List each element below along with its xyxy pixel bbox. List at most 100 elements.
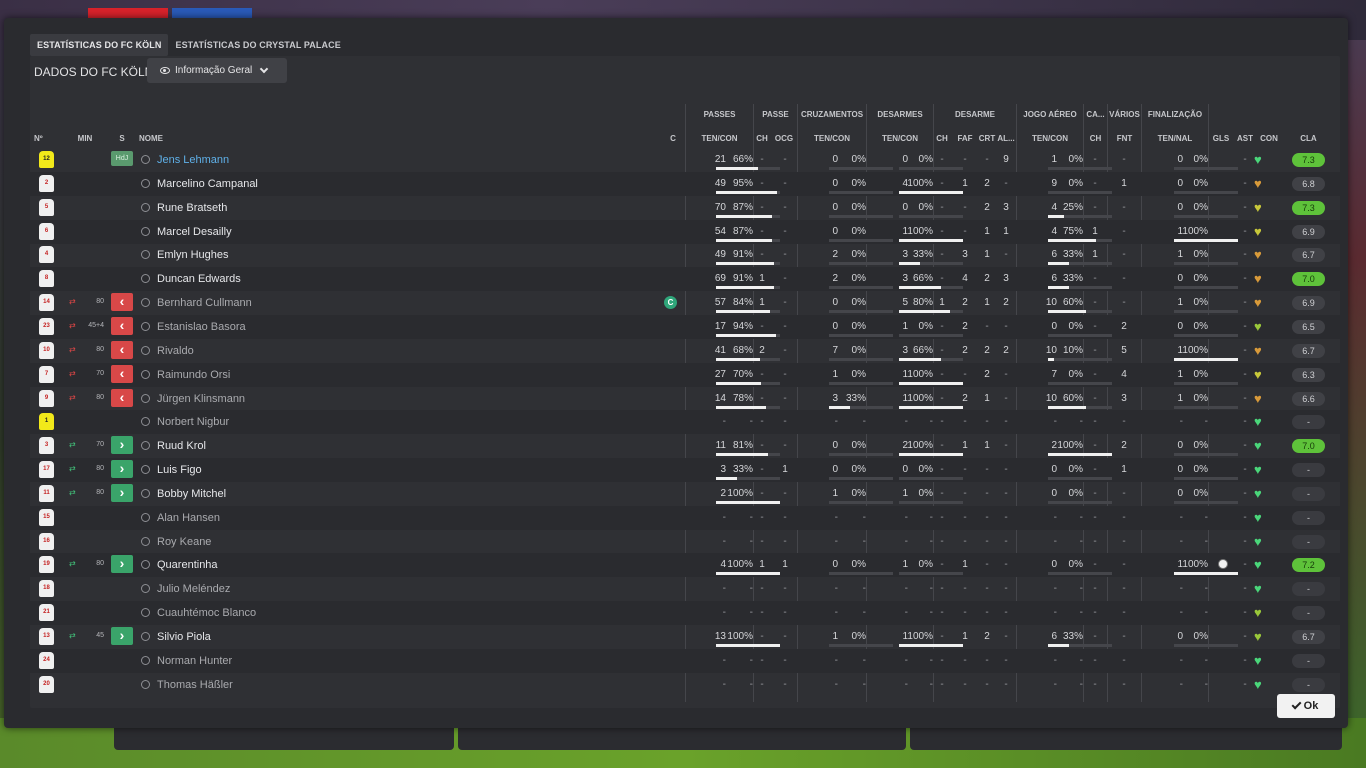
column-header-gls[interactable]: GLS xyxy=(1210,134,1232,143)
player-name[interactable]: Marcelino Campanal xyxy=(157,178,258,190)
player-row[interactable]: 11 ⇄ 80 › Bobby Mitchel 2 100% 1 0% 1 0% 0 0% 0 0% - - - -… xyxy=(30,482,1340,506)
player-profile-icon[interactable] xyxy=(141,655,150,665)
player-name[interactable]: Thomas Häßler xyxy=(157,679,233,691)
player-profile-icon[interactable] xyxy=(141,274,150,284)
column-header-s[interactable]: S xyxy=(116,134,128,143)
column-header-des[interactable]: TEN/CON xyxy=(867,134,933,143)
column-header-d-ch[interactable]: CH xyxy=(935,134,949,143)
player-row[interactable]: 4 Emlyn Hughes 49 91% 2 0% 3 33% 6 33% 1 0% - - - 3 1 - 1 -… xyxy=(30,243,1340,267)
player-name[interactable]: Estanislao Basora xyxy=(157,321,246,333)
tab-crystal-palace[interactable]: ESTATÍSTICAS DO CRYSTAL PALACE xyxy=(168,34,347,56)
player-profile-icon[interactable] xyxy=(141,321,150,331)
player-row[interactable]: 2 Marcelino Campanal 49 95% 0 0% 4 100% 9 0% 0 0% - -… xyxy=(30,171,1340,196)
player-profile-icon[interactable] xyxy=(141,155,150,164)
player-row[interactable]: 6 Marcel Desailly 54 87% 0 0% 1 100% 4 75% 1 100% - -… xyxy=(30,219,1340,244)
player-name[interactable]: Roy Keane xyxy=(157,536,211,548)
player-name[interactable]: Raimundo Orsi xyxy=(157,369,230,381)
player-profile-icon[interactable] xyxy=(141,488,150,498)
player-name[interactable]: Norman Hunter xyxy=(157,655,232,667)
player-row[interactable]: 7 ⇄ 70 ‹ Raimundo Orsi 27 70% 1 0% 1 100% 7 0% 1 0% - - -… xyxy=(30,362,1340,387)
player-row[interactable]: 5 Rune Bratseth 70 87% 0 0% 0 0% 4 25% 0 0% - - - -2 3- -… xyxy=(30,196,1340,220)
column-header-passe-ch[interactable]: CH xyxy=(754,134,770,143)
player-profile-icon[interactable] xyxy=(141,393,150,403)
column-header-ast[interactable]: AST xyxy=(1234,134,1256,143)
player-name[interactable]: Ruud Krol xyxy=(157,440,206,452)
player-row[interactable]: 12 HdJ Jens Lehmann 21 66% 0 0% 0 0% 1 0% 0 0% - - - - -9… xyxy=(30,148,1340,172)
player-name[interactable]: Emlyn Hughes xyxy=(157,249,229,261)
player-profile-icon[interactable] xyxy=(141,202,150,212)
player-row[interactable]: 23 ⇄ 45+4 ‹ Estanislao Basora 17 94% 0 0% 1 0% 0 0% 0… xyxy=(30,314,1340,339)
player-profile-icon[interactable] xyxy=(141,584,150,594)
stats-dialog: ESTATÍSTICAS DO FC KÖLN ESTATÍSTICAS DO … xyxy=(4,18,1348,728)
stat-value: - xyxy=(1122,201,1126,213)
player-row[interactable]: 17 ⇄ 80 › Luis Figo 3 33% 0 0% 0 0% 0 0% 0 0% -1- - - - -1-… xyxy=(30,458,1340,483)
column-header-fnt[interactable]: FNT xyxy=(1108,134,1141,143)
player-profile-icon[interactable] xyxy=(141,178,150,188)
column-header-num[interactable]: Nº xyxy=(34,134,48,143)
player-name[interactable]: Luis Figo xyxy=(157,464,202,476)
player-profile-icon[interactable] xyxy=(141,632,150,641)
player-profile-icon[interactable] xyxy=(141,226,150,236)
player-name[interactable]: Rune Bratseth xyxy=(157,202,227,214)
player-row[interactable]: 20 Thomas Häßler - - - - - - - - - - - - - - - - - - - ♥ - xyxy=(30,673,1340,697)
stat-value: 1 xyxy=(759,559,765,571)
player-profile-icon[interactable] xyxy=(141,512,150,522)
column-header-cla[interactable]: CLA xyxy=(1292,134,1325,143)
stat-value: - xyxy=(760,535,764,547)
player-profile-icon[interactable] xyxy=(141,250,150,260)
player-name[interactable]: Silvio Piola xyxy=(157,631,211,643)
player-profile-icon[interactable] xyxy=(141,608,150,618)
ok-button[interactable]: Ok xyxy=(1277,694,1335,718)
column-header-min[interactable]: MIN xyxy=(73,134,97,143)
player-name[interactable]: Quarentinha xyxy=(157,559,218,571)
column-header-ca-ch[interactable]: CH xyxy=(1084,134,1107,143)
column-header-con[interactable]: CON xyxy=(1258,134,1280,143)
column-header-d-al[interactable]: AL... xyxy=(997,134,1015,143)
column-header-passes[interactable]: TEN/CON xyxy=(686,134,753,143)
stat-value: - xyxy=(1243,225,1247,237)
player-profile-icon[interactable] xyxy=(141,441,150,451)
column-header-cruz[interactable]: TEN/CON xyxy=(798,134,866,143)
column-header-d-faf[interactable]: FAF xyxy=(956,134,974,143)
column-header-passe-ocg[interactable]: OCG xyxy=(773,134,795,143)
player-row[interactable]: 21 Cuauhtémoc Blanco - - - - - - - - - - - - - - - - - - - ♥ - xyxy=(30,601,1340,626)
player-name[interactable]: Julio Meléndez xyxy=(157,583,230,595)
column-header-d-crt[interactable]: CRT xyxy=(978,134,996,143)
player-profile-icon[interactable] xyxy=(141,560,150,570)
player-name[interactable]: Jens Lehmann xyxy=(157,154,229,166)
player-name[interactable]: Alan Hansen xyxy=(157,512,220,524)
player-name[interactable]: Duncan Edwards xyxy=(157,273,241,285)
player-profile-icon[interactable] xyxy=(141,369,150,379)
player-name[interactable]: Cuauhtémoc Blanco xyxy=(157,607,256,619)
player-row[interactable]: 16 Roy Keane - - - - - - - - - - - - - - - - - - - ♥ - xyxy=(30,530,1340,554)
player-row[interactable]: 8 Duncan Edwards 69 91% 2 0% 3 66% 6 33% 0 0% 1 - - 4 2 3… xyxy=(30,267,1340,292)
column-header-c[interactable]: C xyxy=(668,134,678,143)
player-row[interactable]: 19 ⇄ 80 › Quarentinha 4 100% 0 0% 1 0% 0 0% 1 100% 1 1-1… xyxy=(30,553,1340,578)
column-header-nome[interactable]: NOME xyxy=(139,134,179,143)
player-name[interactable]: Bobby Mitchel xyxy=(157,488,226,500)
tab-fc-koln[interactable]: ESTATÍSTICAS DO FC KÖLN xyxy=(30,34,169,56)
column-header-fin[interactable]: TEN/NAL xyxy=(1142,134,1208,143)
player-row[interactable]: 24 Norman Hunter - - - - - - - - - - - - - - - - - - - ♥ - xyxy=(30,648,1340,673)
player-row[interactable]: 1 Norbert Nigbur - - - - - - - - - - - - - - - - - - - ♥ - xyxy=(30,410,1340,435)
player-row[interactable]: 15 Alan Hansen - - - - - - - - - - - - - - - - - - - ♥ - xyxy=(30,505,1340,530)
player-profile-icon[interactable] xyxy=(141,465,150,475)
player-row[interactable]: 3 ⇄ 70 › Ruud Krol 11 81% 0 0% 2 100% 2 100% 0 0% - - -1 1… xyxy=(30,434,1340,458)
player-row[interactable]: 13 ⇄ 45 › Silvio Piola 13 100% 1 0% 1 100% 6 33% 0 0% -… xyxy=(30,625,1340,649)
player-name[interactable]: Rivaldo xyxy=(157,345,194,357)
player-row[interactable]: 18 Julio Meléndez - - - - - - - - - - - - - - - - - - - ♥ - xyxy=(30,577,1340,601)
player-profile-icon[interactable] xyxy=(141,417,150,427)
view-dropdown[interactable]: Informação Geral xyxy=(147,58,287,83)
player-profile-icon[interactable] xyxy=(141,536,150,546)
player-name[interactable]: Norbert Nigbur xyxy=(157,416,229,428)
player-name[interactable]: Jürgen Klinsmann xyxy=(157,393,245,405)
player-profile-icon[interactable] xyxy=(141,679,150,689)
player-name[interactable]: Bernhard Cullmann xyxy=(157,297,252,309)
player-name[interactable]: Marcel Desailly xyxy=(157,226,232,238)
column-header-jogo[interactable]: TEN/CON xyxy=(1017,134,1083,143)
player-profile-icon[interactable] xyxy=(141,345,150,355)
player-profile-icon[interactable] xyxy=(141,298,150,308)
player-row[interactable]: 10 ⇄ 80 ‹ Rivaldo 41 68% 7 0% 3 66% 10 10% 1 100% 2- -2 2… xyxy=(30,339,1340,363)
player-row[interactable]: 9 ⇄ 80 ‹ Jürgen Klinsmann 14 78% 3 33% 1 100% 10 60%… xyxy=(30,387,1340,411)
player-row[interactable]: 14 ⇄ 80 ‹ Bernhard Cullmann C 57 84% 0 0% 5 80% 10 60… xyxy=(30,291,1340,315)
